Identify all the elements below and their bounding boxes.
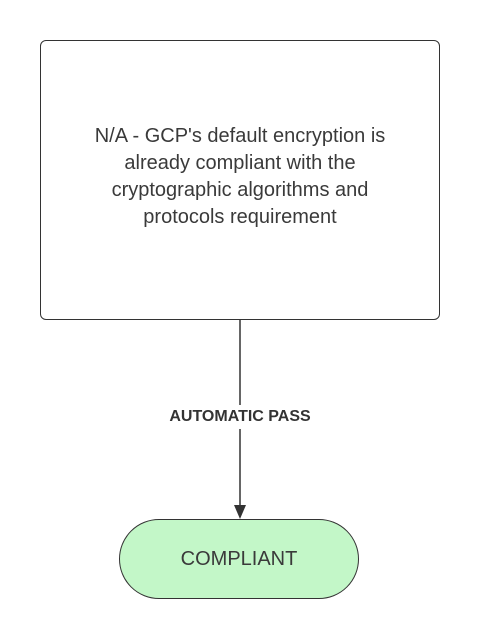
terminal-node-label: COMPLIANT xyxy=(180,547,298,570)
connector-label: AUTOMATIC PASS xyxy=(140,405,340,429)
terminal-node-compliant: COMPLIANT xyxy=(119,519,359,599)
arrowhead-icon xyxy=(234,505,246,519)
process-box: N/A - GCP's default encryption is alread… xyxy=(40,40,440,320)
process-box-text: N/A - GCP's default encryption is alread… xyxy=(94,125,386,228)
flowchart: N/A - GCP's default encryption is alread… xyxy=(0,0,480,640)
